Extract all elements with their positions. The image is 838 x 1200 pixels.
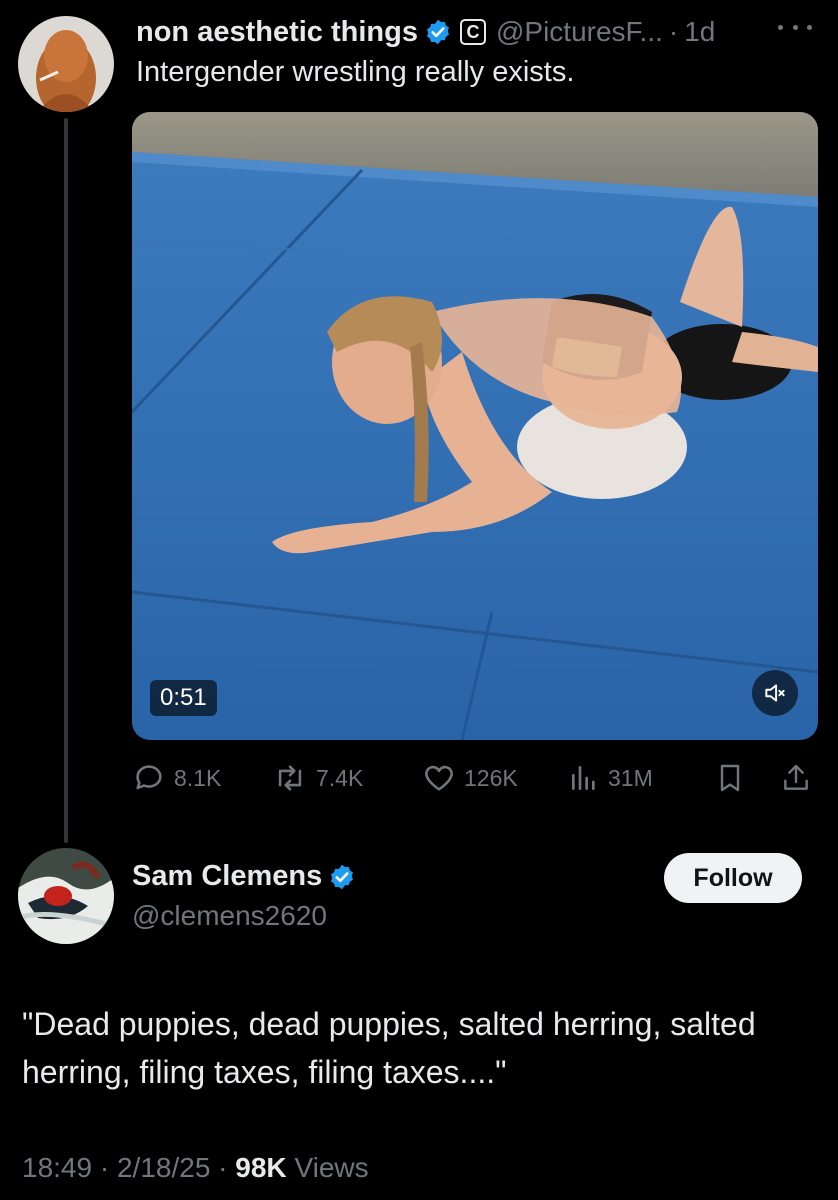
separator: · <box>668 16 679 47</box>
separator: · <box>99 1152 110 1183</box>
share-icon <box>784 764 808 790</box>
views-count[interactable]: 98K <box>235 1152 286 1183</box>
video-player[interactable] <box>132 112 818 740</box>
verified-badge-icon <box>328 863 356 891</box>
follow-button[interactable]: Follow <box>664 853 802 903</box>
affiliate-badge[interactable]: C <box>459 19 486 45</box>
repost-button[interactable]: 7.4K <box>272 756 363 800</box>
reply-author: Sam Clemens <box>132 860 356 893</box>
reply-count: 8.1K <box>174 764 222 791</box>
bookmark-button[interactable] <box>714 756 754 800</box>
repost-count: 7.4K <box>316 764 364 791</box>
muted-speaker-icon[interactable] <box>752 670 798 716</box>
tweet-action-bar: 8.1K 7.4K 126K 31M <box>132 756 818 800</box>
reply-icon <box>136 765 162 790</box>
verified-badge-icon <box>424 18 452 46</box>
tweet-text: Intergender wrestling really exists. <box>136 56 575 88</box>
separator: · <box>218 1152 228 1183</box>
bookmark-icon <box>720 764 740 792</box>
share-button[interactable] <box>780 756 820 800</box>
avatar[interactable] <box>18 848 114 944</box>
reply-text: "Dead puppies, dead puppies, salted herr… <box>22 1006 756 1090</box>
timestamp[interactable]: 1d <box>684 16 715 48</box>
views-label: Views <box>294 1152 369 1183</box>
handle[interactable]: @PicturesF... <box>496 16 663 48</box>
reply-button[interactable]: 8.1K <box>132 756 221 800</box>
more-icon[interactable] <box>778 18 812 36</box>
tweet-time[interactable]: 18:49 <box>22 1152 92 1183</box>
tweet-metadata: 18:49 · 2/18/25 · 98K Views <box>22 1152 369 1184</box>
handle[interactable]: @clemens2620 <box>132 900 327 932</box>
views-button[interactable]: 31M <box>568 756 653 800</box>
repost-icon <box>278 765 302 791</box>
video-duration: 0:51 <box>150 680 217 716</box>
tweet-header: non aesthetic things C @PicturesF... · 1… <box>136 12 715 52</box>
heart-icon <box>425 765 453 791</box>
display-name[interactable]: non aesthetic things <box>136 16 418 49</box>
views-chart-icon <box>572 766 595 790</box>
views-count: 31M <box>608 764 653 791</box>
display-name[interactable]: Sam Clemens <box>132 860 322 893</box>
avatar[interactable] <box>18 16 114 112</box>
like-count: 126K <box>464 764 518 791</box>
like-button[interactable]: 126K <box>422 756 518 800</box>
thread-connector-line <box>64 118 68 843</box>
tweet-date[interactable]: 2/18/25 <box>117 1152 210 1183</box>
